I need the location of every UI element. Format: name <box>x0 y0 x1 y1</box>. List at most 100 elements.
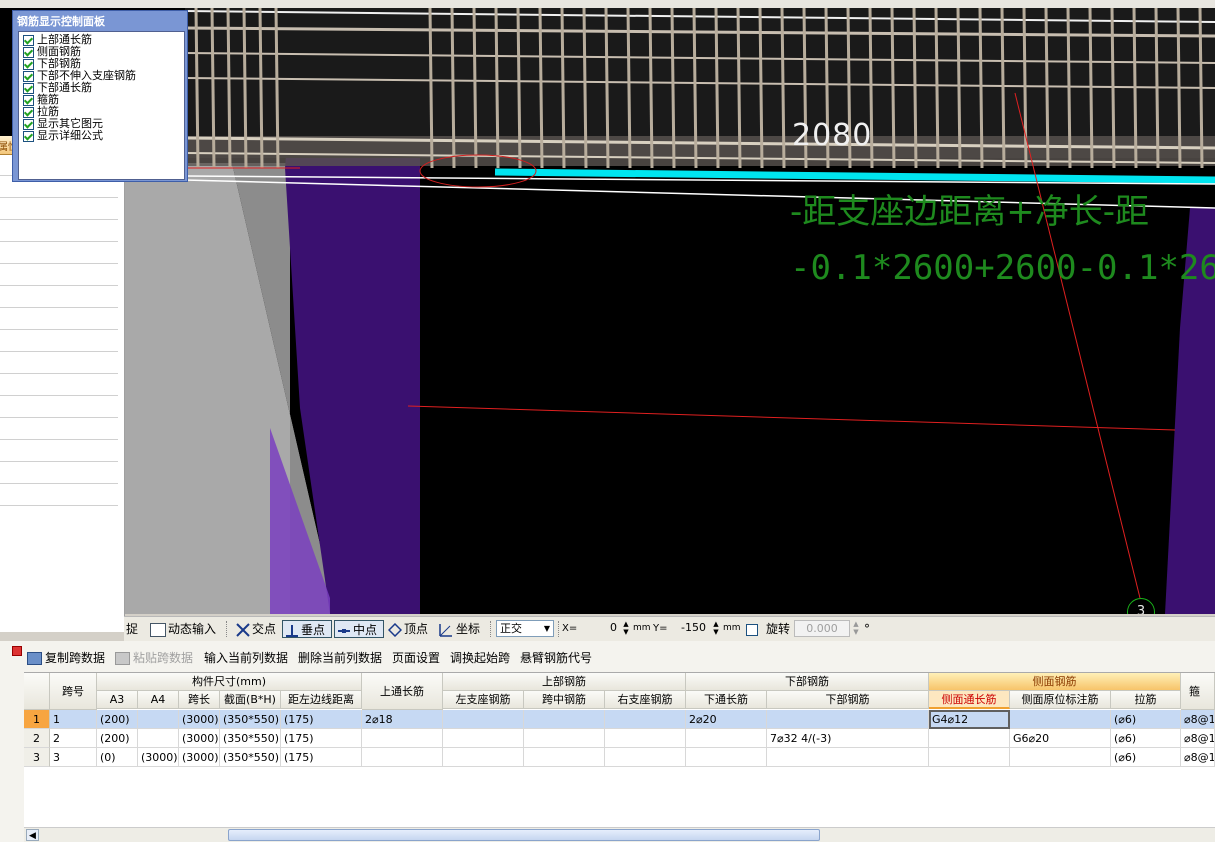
properties-row[interactable] <box>0 242 118 264</box>
cell-stirrup[interactable]: ⌀8@1 <box>1181 710 1215 729</box>
header-a3[interactable]: A3 <box>97 691 138 709</box>
x-coordinate-input[interactable]: 0 <box>576 620 620 637</box>
properties-row[interactable] <box>0 330 118 352</box>
cell-side-original[interactable] <box>1010 710 1111 729</box>
cell-mid-span[interactable] <box>524 729 605 748</box>
cell-tie[interactable]: (⌀6) <box>1111 710 1181 729</box>
cell-section[interactable]: (350*550) <box>220 729 281 748</box>
cell-side-original[interactable]: G6⌀20 <box>1010 729 1111 748</box>
cell-span[interactable]: 3 <box>50 748 97 767</box>
cell-mid-span[interactable] <box>524 748 605 767</box>
cell-bottom-rebar[interactable] <box>767 710 929 729</box>
page-setup-button[interactable]: 页面设置 <box>392 649 440 667</box>
properties-row[interactable] <box>0 484 118 506</box>
perpendicular-snap-button[interactable]: 垂点 <box>282 620 332 638</box>
dropdown-arrow-icon[interactable]: ▼ <box>544 621 550 636</box>
y-spinner-icon[interactable]: ▲ ▼ <box>712 620 720 637</box>
header-side-long[interactable]: 侧面通长筋 <box>929 691 1010 709</box>
rebar-display-control-panel[interactable]: 钢筋显示控制面板 上部通长筋 侧面钢筋 下部钢筋 下部不伸入支座钢筋 下部通长筋… <box>12 10 188 182</box>
paste-span-data-button[interactable]: 粘贴跨数据 <box>115 649 193 667</box>
header-span-no[interactable]: 跨号 <box>50 673 97 710</box>
scroll-left-icon[interactable]: ◀ <box>26 829 39 841</box>
copy-span-data-button[interactable]: 复制跨数据 <box>27 649 105 667</box>
cell-right-support[interactable] <box>605 710 686 729</box>
checkbox-checked-icon[interactable] <box>23 119 34 130</box>
header-mid-span[interactable]: 跨中钢筋 <box>524 691 605 709</box>
header-top-rebar[interactable]: 上部钢筋 <box>443 673 686 691</box>
cell-tie[interactable]: (⌀6) <box>1111 748 1181 767</box>
row-number[interactable]: 3 <box>24 748 50 767</box>
cell-top-long[interactable] <box>362 729 443 748</box>
header-a4[interactable]: A4 <box>138 691 179 709</box>
orthogonal-capture-button[interactable]: 捉 <box>124 620 140 638</box>
cell-mid-span[interactable] <box>524 710 605 729</box>
rotate-checkbox[interactable] <box>746 624 758 636</box>
cell-section[interactable]: (350*550) <box>220 748 281 767</box>
scrollbar-thumb[interactable] <box>228 829 820 841</box>
properties-row[interactable] <box>0 264 118 286</box>
input-current-column-button[interactable]: 输入当前列数据 <box>204 649 288 667</box>
cell-side-long[interactable] <box>929 729 1010 748</box>
cell-a3[interactable]: (200) <box>97 729 138 748</box>
header-left-support[interactable]: 左支座钢筋 <box>443 691 524 709</box>
cell-span[interactable]: 1 <box>50 710 97 729</box>
header-tie[interactable]: 拉筋 <box>1111 691 1181 709</box>
properties-row[interactable] <box>0 220 118 242</box>
cell-section[interactable]: (350*550) <box>220 710 281 729</box>
properties-row[interactable] <box>0 418 118 440</box>
properties-row[interactable] <box>0 374 118 396</box>
header-span-length[interactable]: 跨长 <box>179 691 220 709</box>
cell-left-support[interactable] <box>443 748 524 767</box>
header-side-original[interactable]: 侧面原位标注筋 <box>1010 691 1111 709</box>
header-dimensions[interactable]: 构件尺寸(mm) <box>97 673 362 691</box>
swap-start-span-button[interactable]: 调换起始跨 <box>450 649 510 667</box>
cell-top-long[interactable] <box>362 748 443 767</box>
header-right-support[interactable]: 右支座钢筋 <box>605 691 686 709</box>
cantilever-rebar-code-button[interactable]: 悬臂钢筋代号 <box>520 649 592 667</box>
properties-row[interactable] <box>0 308 118 330</box>
header-side-rebar[interactable]: 侧面钢筋 <box>929 673 1181 691</box>
cell-side-original[interactable] <box>1010 748 1111 767</box>
properties-row[interactable] <box>0 286 118 308</box>
header-top-long-rebar[interactable]: 上通长筋 <box>362 673 443 710</box>
y-coordinate-input[interactable]: -150 <box>667 620 709 637</box>
snap-mode-select[interactable]: 正交 ▼ <box>496 620 554 637</box>
cell-stirrup[interactable]: ⌀8@1 <box>1181 748 1215 767</box>
properties-row[interactable] <box>0 440 118 462</box>
header-bottom-long[interactable]: 下通长筋 <box>686 691 767 709</box>
cell-side-long[interactable]: G4⌀12 <box>929 710 1010 729</box>
checkbox-show-detailed-formula[interactable]: 显示详细公式 <box>23 130 103 142</box>
cell-span-length[interactable]: (3000) <box>179 710 220 729</box>
cell-bottom-rebar[interactable] <box>767 748 929 767</box>
intersection-snap-button[interactable]: 交点 <box>234 620 278 638</box>
checkbox-checked-icon[interactable] <box>23 35 34 46</box>
properties-row[interactable] <box>0 462 118 484</box>
cell-span[interactable]: 2 <box>50 729 97 748</box>
cell-offset[interactable]: (175) <box>281 748 362 767</box>
header-bottom-rebar-sub[interactable]: 下部钢筋 <box>767 691 929 709</box>
header-bottom-rebar[interactable]: 下部钢筋 <box>686 673 929 691</box>
cell-offset[interactable]: (175) <box>281 729 362 748</box>
row-number[interactable]: 1 <box>24 710 50 729</box>
cell-right-support[interactable] <box>605 729 686 748</box>
midpoint-snap-button[interactable]: 中点 <box>334 620 384 638</box>
cell-a3[interactable]: (0) <box>97 748 138 767</box>
properties-row[interactable] <box>0 352 118 374</box>
rotate-angle-input[interactable]: 0.000 <box>794 620 850 637</box>
cell-bottom-long[interactable] <box>686 729 767 748</box>
cell-a4[interactable] <box>138 710 179 729</box>
properties-row[interactable] <box>0 198 118 220</box>
cell-span-length[interactable]: (3000) <box>179 748 220 767</box>
cell-a3[interactable]: (200) <box>97 710 138 729</box>
x-spinner-icon[interactable]: ▲ ▼ <box>622 620 630 637</box>
dynamic-input-button[interactable]: 动态输入 <box>148 620 218 638</box>
cell-bottom-long[interactable] <box>686 748 767 767</box>
horizontal-scrollbar[interactable]: ◀ <box>24 827 1215 842</box>
cell-right-support[interactable] <box>605 748 686 767</box>
vertex-snap-button[interactable]: 顶点 <box>386 620 430 638</box>
cell-left-support[interactable] <box>443 729 524 748</box>
cell-bottom-long[interactable]: 2⌀20 <box>686 710 767 729</box>
delete-current-column-button[interactable]: 删除当前列数据 <box>298 649 382 667</box>
checkbox-checked-icon[interactable] <box>23 71 34 82</box>
header-stirrup[interactable]: 箍 <box>1181 673 1215 710</box>
